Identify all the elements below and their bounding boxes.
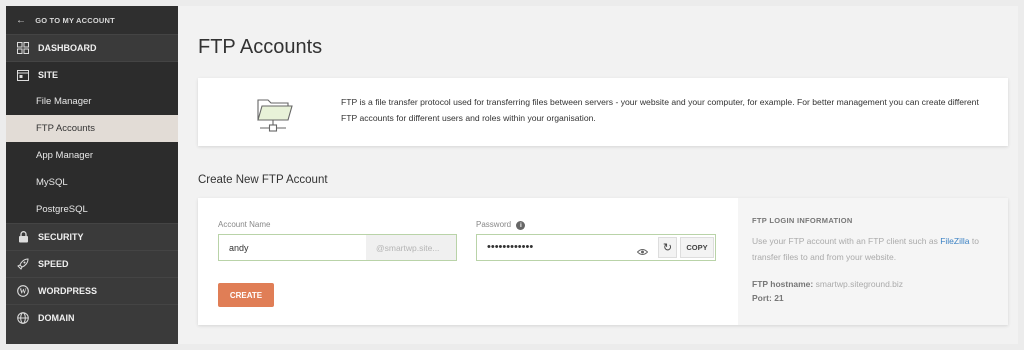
sidebar-item-app-manager[interactable]: App Manager [6,142,178,169]
password-label-wrap: Password i [476,220,526,230]
sidebar-subitem-label: PostgreSQL [36,204,88,215]
sidebar-item-wordpress[interactable]: W WORDPRESS [6,277,178,304]
info-heading: FTP LOGIN INFORMATION [752,216,853,225]
globe-icon [16,311,30,325]
refresh-password-button[interactable]: ↻ [658,237,677,258]
account-name-label: Account Name [218,220,271,229]
hostname-label: FTP hostname: [752,279,814,289]
app-frame: ← GO TO MY ACCOUNT DASHBOARD SITE File M… [6,6,1018,344]
rocket-icon [16,257,30,271]
arrow-left-icon: ← [16,14,27,26]
dashboard-icon [16,41,30,55]
sidebar-item-security[interactable]: SECURITY [6,223,178,250]
info-icon[interactable]: i [516,221,526,230]
sidebar-subitem-label: FTP Accounts [36,123,95,134]
password-label: Password [476,220,512,229]
site-icon [16,68,30,82]
sidebar: ← GO TO MY ACCOUNT DASHBOARD SITE File M… [6,6,178,344]
go-to-account-label: GO TO MY ACCOUNT [35,15,115,25]
ftp-port: Port: 21 [752,293,784,303]
sidebar-item-file-manager[interactable]: File Manager [6,88,178,115]
info-text-part: Use your FTP account with an FTP client … [752,236,941,246]
password-value: •••••••••••• [487,241,534,253]
ftp-hostname: FTP hostname: smartwp.siteground.biz [752,277,994,291]
copy-password-button[interactable]: COPY [680,237,714,258]
sidebar-item-label: SITE [38,70,59,80]
sidebar-subitem-label: MySQL [36,177,68,188]
sidebar-item-label: DOMAIN [38,313,75,323]
intro-text: FTP is a file transfer protocol used for… [341,97,979,123]
ftp-login-info: FTP LOGIN INFORMATION Use your FTP accou… [738,198,1008,325]
info-text: Use your FTP account with an FTP client … [752,233,994,265]
domain-suffix: @smartwp.site... [366,235,456,260]
sidebar-item-label: DASHBOARD [38,43,97,53]
sidebar-item-site[interactable]: SITE [6,61,178,88]
eye-icon[interactable] [636,243,649,261]
sidebar-item-label: WORDPRESS [38,286,98,296]
go-to-account-link[interactable]: ← GO TO MY ACCOUNT [6,6,178,34]
sidebar-item-label: SPEED [38,259,69,269]
lock-icon [16,230,30,244]
svg-text:W: W [20,288,27,296]
ftp-folder-icon [254,92,294,141]
account-name-value: andy [229,243,249,253]
sidebar-item-mysql[interactable]: MySQL [6,169,178,196]
sidebar-item-dashboard[interactable]: DASHBOARD [6,34,178,61]
sidebar-subitem-label: App Manager [36,150,94,161]
create-ftp-form: Account Name andy @smartwp.site... Passw… [198,198,1008,325]
sidebar-item-ftp-accounts[interactable]: FTP Accounts [6,115,178,142]
section-title: Create New FTP Account [198,174,328,186]
sidebar-subitem-label: File Manager [36,96,92,107]
sidebar-item-speed[interactable]: SPEED [6,250,178,277]
page-title: FTP Accounts [198,36,323,58]
wordpress-icon: W [16,284,30,298]
hostname-value: smartwp.siteground.biz [815,279,904,289]
filezilla-link[interactable]: FileZilla [940,236,969,246]
sidebar-item-postgresql[interactable]: PostgreSQL [6,196,178,223]
sidebar-item-domain[interactable]: DOMAIN [6,304,178,331]
password-input[interactable]: •••••••••••• ↻ COPY [476,234,716,261]
main-content: FTP Accounts FTP is a file transfer prot… [178,6,1018,344]
refresh-icon: ↻ [662,242,673,254]
create-button[interactable]: CREATE [218,283,274,307]
account-name-input[interactable]: andy @smartwp.site... [218,234,457,261]
intro-card: FTP is a file transfer protocol used for… [198,78,1008,146]
sidebar-item-label: SECURITY [38,232,84,242]
